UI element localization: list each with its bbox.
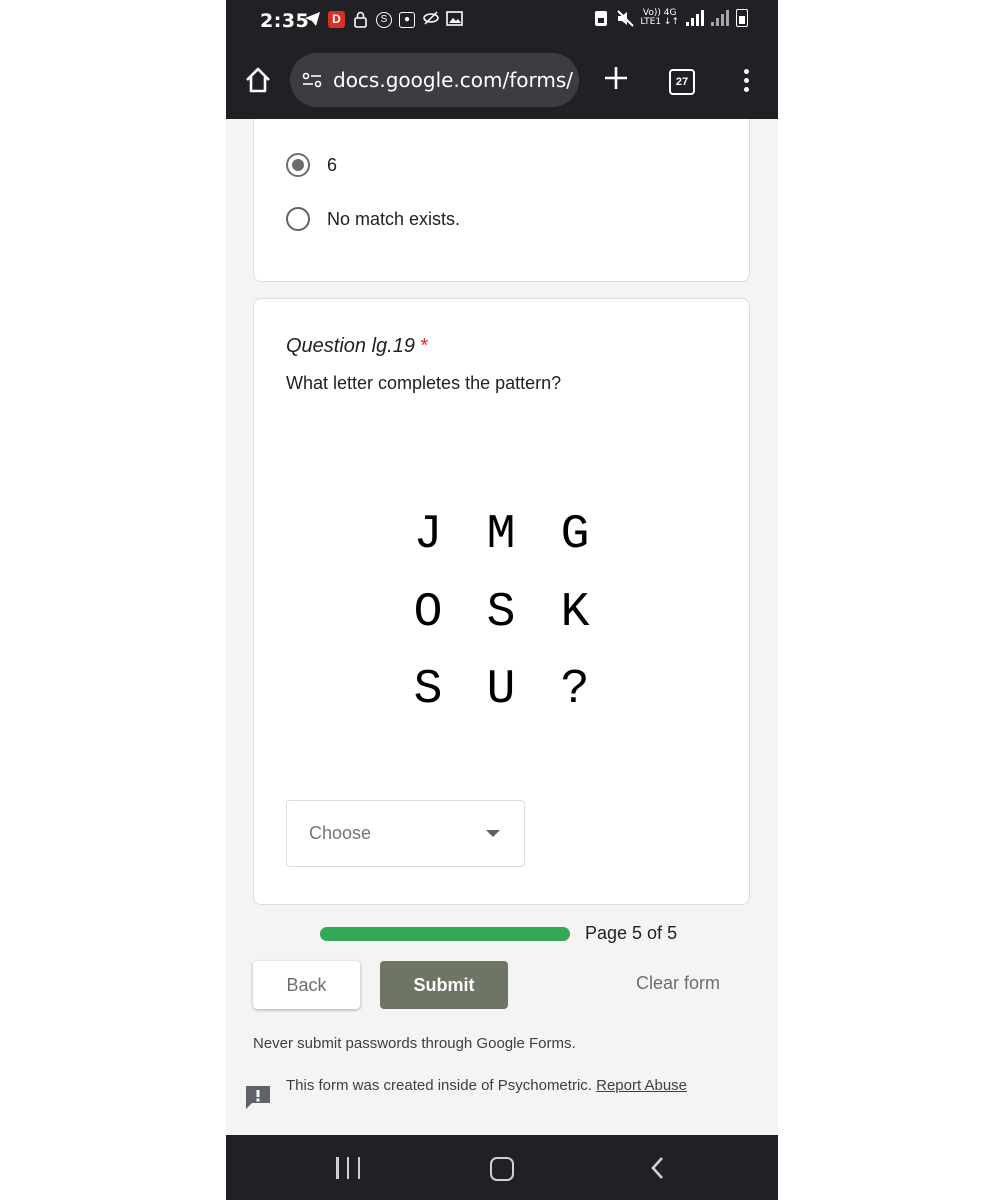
progress-bar-fill [320, 927, 570, 941]
radio-label: No match exists. [327, 208, 461, 229]
grid-cell: G [560, 508, 590, 562]
password-warning: Never submit passwords through Google Fo… [253, 1035, 576, 1052]
network-label: Vo)) 4G LTE1 ↓↑ [640, 9, 679, 27]
created-note-text: This form was created inside of Psychome… [286, 1077, 592, 1094]
recent-apps-button[interactable] [336, 1157, 360, 1179]
mute-icon [616, 9, 635, 27]
question-card: Question lg.19 * What letter completes t… [253, 298, 750, 905]
chevron-down-icon [486, 830, 500, 837]
grid-cell: S [413, 663, 443, 717]
radio-label: 6 [327, 154, 338, 175]
previous-question-card: 6 No match exists. [253, 119, 750, 282]
grid-cell: O [413, 586, 443, 640]
plus-icon [605, 67, 627, 89]
lock-badge-icon [592, 10, 609, 27]
image-icon [446, 11, 463, 28]
report-abuse-link[interactable]: Report Abuse [596, 1077, 687, 1094]
recent-apps-icon [357, 1157, 360, 1179]
page-indicator: Page 5 of 5 [585, 923, 678, 943]
camera-icon: ● [399, 11, 415, 28]
s-circle-icon: S [376, 11, 392, 28]
new-tab-button[interactable] [600, 62, 632, 94]
answer-dropdown[interactable]: Choose [286, 800, 525, 867]
grid-cell: K [560, 586, 590, 640]
radio-option-6[interactable]: 6 [286, 153, 337, 177]
grid-cell: M [486, 508, 516, 562]
dot-icon [743, 87, 749, 92]
app-d-icon: D [328, 11, 345, 28]
question-title-text: Question lg.19 [286, 335, 415, 357]
system-back-button[interactable] [646, 1156, 670, 1180]
question-title: Question lg.19 * [286, 335, 428, 358]
signal-icon-2 [711, 10, 729, 26]
required-mark: * [420, 335, 429, 357]
network-label-bottom: LTE1 ↓↑ [640, 17, 679, 27]
no-eye-icon [422, 11, 439, 28]
grid-cell: S [486, 586, 516, 640]
dropdown-placeholder: Choose [309, 823, 372, 843]
grid-cell: U [486, 663, 516, 717]
radio-button-checked[interactable] [286, 153, 310, 177]
status-icons-right: Vo)) 4G LTE1 ↓↑ [592, 9, 748, 27]
dot-icon [743, 78, 749, 83]
created-note: This form was created inside of Psychome… [286, 1077, 687, 1094]
form-content: 6 No match exists. Question lg.19 * What… [226, 119, 778, 1135]
status-bar: 2:35 D S ● Vo)) 4G LTE1 ↓↑ [226, 0, 778, 42]
recent-apps-icon [336, 1157, 339, 1179]
system-home-button[interactable] [490, 1157, 514, 1181]
clear-form-button[interactable]: Clear form [636, 973, 720, 994]
submit-button[interactable]: Submit [380, 961, 508, 1009]
radio-option-no-match[interactable]: No match exists. [286, 207, 460, 231]
phone-screen: 2:35 D S ● Vo)) 4G LTE1 ↓↑ docs.google.c… [226, 0, 778, 1200]
signal-icon [686, 10, 704, 26]
battery-icon [736, 9, 748, 27]
progress-bar [320, 927, 570, 941]
grid-cell: ? [560, 663, 590, 717]
tab-switcher-button[interactable]: 27 [669, 69, 695, 95]
radio-button[interactable] [286, 207, 310, 231]
url-text[interactable]: docs.google.com/forms/d [333, 68, 573, 92]
question-text: What letter completes the pattern? [286, 373, 562, 393]
lock-icon [352, 11, 369, 28]
grid-cell: J [413, 508, 443, 562]
dot-icon [743, 69, 749, 74]
more-menu-button[interactable] [736, 66, 756, 96]
browser-toolbar: docs.google.com/forms/d 27 [226, 42, 778, 119]
recent-apps-icon [346, 1157, 350, 1179]
status-icons-left: D S ● [304, 11, 463, 28]
report-icon [246, 1086, 270, 1109]
status-time: 2:35 [260, 10, 310, 32]
back-icon [651, 1157, 663, 1179]
site-settings-icon[interactable] [302, 71, 322, 89]
home-button[interactable] [242, 64, 274, 96]
home-icon [246, 67, 270, 93]
system-nav-bar [226, 1135, 778, 1200]
telegram-icon [304, 11, 321, 28]
back-button[interactable]: Back [253, 961, 360, 1009]
url-bar[interactable]: docs.google.com/forms/d [290, 53, 579, 107]
